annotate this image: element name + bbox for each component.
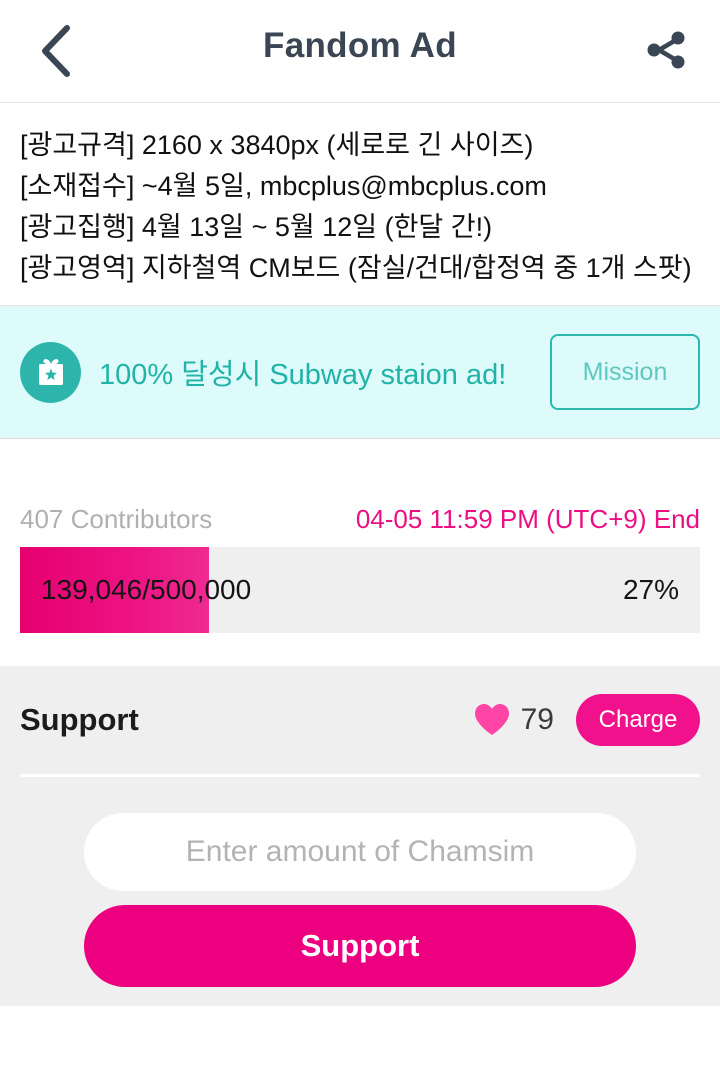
fandom-ad-screen: Fandom Ad [광고규격] 2160 x 3840px (세로로 긴 사이… [0,0,720,1075]
progress-percent-label: 27% [622,574,679,605]
charge-button[interactable]: Charge [576,694,700,746]
heart-icon [473,702,511,738]
share-icon [642,26,690,77]
progress-amount-label: 139,046/500,000 [41,574,252,605]
chamsim-balance: 79 [520,703,554,736]
progress-bar: 139,046/500,000 27% [20,547,700,633]
support-section-title: Support [20,702,139,737]
support-panel: Support 79 Charge Support [0,666,720,1006]
support-header-row: Support 79 Charge [20,666,700,774]
mission-banner: 100% 달성시 Subway staion ad! Mission [0,306,720,439]
support-divider [20,774,700,777]
chamsim-amount-input[interactable] [84,813,636,891]
progress-section: 407 Contributors 04-05 11:59 PM (UTC+9) … [0,439,720,633]
support-submit-button[interactable]: Support [84,905,636,987]
mission-button[interactable]: Mission [550,334,700,410]
page-title: Fandom Ad [263,26,457,65]
share-button[interactable] [629,14,703,88]
app-header: Fandom Ad [0,0,720,103]
progress-spacer [0,633,720,666]
deadline-label: 04-05 11:59 PM (UTC+9) End [355,504,700,534]
ad-description: [광고규격] 2160 x 3840px (세로로 긴 사이즈) [소재접수] … [20,130,692,283]
contributors-count: 407 Contributors [20,504,213,534]
gift-icon [20,341,81,403]
mission-text: 100% 달성시 Subway staion ad! [99,359,507,391]
progress-meta: 407 Contributors 04-05 11:59 PM (UTC+9) … [20,504,700,535]
